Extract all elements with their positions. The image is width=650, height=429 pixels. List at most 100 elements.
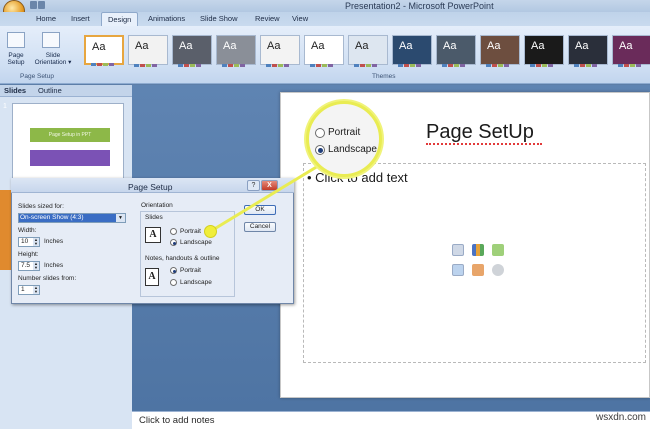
landscape-orientation-icon: A: [145, 227, 161, 243]
height-spinner[interactable]: 7.5 ▲ ▼: [18, 261, 40, 271]
help-button[interactable]: ?: [247, 180, 260, 191]
theme-sample-text: Aa: [92, 41, 106, 53]
spin-arrows-icon[interactable]: ▲ ▼: [33, 238, 39, 246]
ribbon-tabs: Home Insert Design Animations Slide Show…: [0, 12, 650, 26]
slides-landscape-radio[interactable]: [170, 239, 177, 246]
insert-clipart-icon[interactable]: [472, 264, 484, 276]
slide-orientation-button[interactable]: Slide Orientation ▾: [30, 52, 76, 66]
spin-arrows-icon[interactable]: ▲ ▼: [33, 286, 39, 294]
thumbnail-shape: [30, 150, 110, 166]
theme-thumbnail[interactable]: Aa: [480, 35, 520, 67]
theme-thumbnail[interactable]: Aa: [612, 35, 650, 67]
theme-color-bars: [310, 58, 338, 67]
tab-slides[interactable]: Slides: [4, 86, 26, 95]
undo-icon[interactable]: [38, 1, 45, 9]
theme-thumbnail[interactable]: Aa: [172, 35, 212, 67]
theme-sample-text: Aa: [619, 40, 633, 52]
slides-orientation-label: Slides: [145, 214, 163, 221]
theme-thumbnail[interactable]: Aa: [84, 35, 124, 66]
pane-tabs: Slides Outline: [0, 85, 132, 97]
theme-thumbnail[interactable]: Aa: [436, 35, 476, 67]
notes-placeholder[interactable]: Click to add notes: [139, 415, 215, 426]
width-label: Width:: [18, 227, 37, 234]
notes-landscape-label[interactable]: Landscape: [180, 279, 212, 286]
theme-sample-text: Aa: [135, 40, 149, 52]
spellcheck-underline: [426, 143, 542, 145]
theme-color-bars: [266, 58, 294, 67]
watermark-text: wsxdn.com: [596, 412, 647, 423]
theme-thumbnail[interactable]: Aa: [216, 35, 256, 67]
theme-color-bars: [442, 58, 470, 67]
tab-animations[interactable]: Animations: [148, 14, 185, 23]
insert-picture-icon[interactable]: [452, 264, 464, 276]
notes-portrait-radio[interactable]: [170, 267, 177, 274]
slide-title[interactable]: Page SetUp: [426, 121, 534, 144]
chevron-down-icon[interactable]: ▼: [116, 214, 125, 222]
notes-portrait-label[interactable]: Portrait: [180, 267, 201, 274]
width-unit: Inches: [44, 238, 64, 245]
ribbon: Page Setup Slide Orientation ▾ Page Setu…: [0, 26, 650, 84]
theme-sample-text: Aa: [311, 40, 325, 52]
slides-landscape-label[interactable]: Landscape: [180, 239, 212, 246]
tab-review[interactable]: Review: [255, 14, 280, 23]
theme-thumbnail[interactable]: Aa: [392, 35, 432, 67]
theme-sample-text: Aa: [267, 40, 281, 52]
number-from-label: Number slides from:: [18, 275, 77, 282]
slide-number: 1: [3, 103, 7, 110]
theme-thumbnail[interactable]: Aa: [568, 35, 608, 67]
theme-sample-text: Aa: [443, 40, 457, 52]
page-setup-button[interactable]: Page Setup: [2, 52, 30, 66]
number-from-spinner[interactable]: 1 ▲ ▼: [18, 285, 40, 295]
theme-color-bars: [354, 58, 382, 67]
theme-color-bars: [574, 58, 602, 67]
notes-orientation-label: Notes, handouts & outline: [145, 255, 220, 262]
theme-sample-text: Aa: [223, 40, 237, 52]
slides-portrait-radio[interactable]: [170, 228, 177, 235]
slides-portrait-label[interactable]: Portrait: [180, 228, 201, 235]
slide-thumbnail[interactable]: Page Setup in PPT: [12, 103, 124, 179]
tab-design[interactable]: Design: [101, 12, 139, 26]
dialog-title: Page Setup: [128, 182, 173, 192]
insert-table-icon[interactable]: [452, 244, 464, 256]
theme-color-bars: [486, 58, 514, 67]
tab-insert[interactable]: Insert: [71, 14, 90, 23]
page-setup-group-label: Page Setup: [20, 73, 54, 80]
theme-sample-text: Aa: [531, 40, 545, 52]
theme-color-bars: [398, 58, 426, 67]
width-spinner[interactable]: 10 ▲ ▼: [18, 237, 40, 247]
page-setup-icon[interactable]: [7, 32, 25, 48]
cancel-button[interactable]: Cancel: [244, 222, 276, 232]
theme-sample-text: Aa: [575, 40, 589, 52]
theme-sample-text: Aa: [399, 40, 413, 52]
tab-outline[interactable]: Outline: [38, 86, 62, 95]
ok-button[interactable]: OK: [244, 205, 276, 215]
window-title: Presentation2 - Microsoft PowerPoint: [345, 1, 494, 11]
slide-orientation-icon[interactable]: [42, 32, 60, 48]
sized-for-select[interactable]: On-screen Show (4:3) ▼: [18, 213, 126, 223]
theme-thumbnail[interactable]: Aa: [304, 35, 344, 67]
bullet-icon: •: [307, 170, 316, 185]
theme-thumbnail[interactable]: Aa: [128, 35, 168, 67]
magnified-landscape-label: Landscape: [328, 144, 377, 155]
theme-color-bars: [530, 58, 558, 67]
orientation-label: Orientation: [141, 202, 173, 209]
tab-home[interactable]: Home: [36, 14, 56, 23]
spin-arrows-icon[interactable]: ▲ ▼: [33, 262, 39, 270]
tab-view[interactable]: View: [292, 14, 308, 23]
sized-for-value: On-screen Show (4:3): [19, 214, 116, 222]
notes-pane[interactable]: Click to add notes: [132, 411, 650, 429]
insert-media-icon[interactable]: [492, 264, 504, 276]
close-button[interactable]: X: [261, 180, 278, 191]
notes-landscape-radio[interactable]: [170, 279, 177, 286]
height-unit: Inches: [44, 262, 64, 269]
theme-color-bars: [91, 57, 119, 66]
save-icon[interactable]: [30, 1, 37, 9]
theme-thumbnail[interactable]: Aa: [260, 35, 300, 67]
tab-slide-show[interactable]: Slide Show: [200, 14, 238, 23]
theme-thumbnail[interactable]: Aa: [524, 35, 564, 67]
insert-chart-icon[interactable]: [472, 244, 484, 256]
theme-sample-text: Aa: [179, 40, 193, 52]
insert-smartart-icon[interactable]: [492, 244, 504, 256]
height-label: Height:: [18, 251, 39, 258]
theme-thumbnail[interactable]: Aa: [348, 35, 388, 67]
